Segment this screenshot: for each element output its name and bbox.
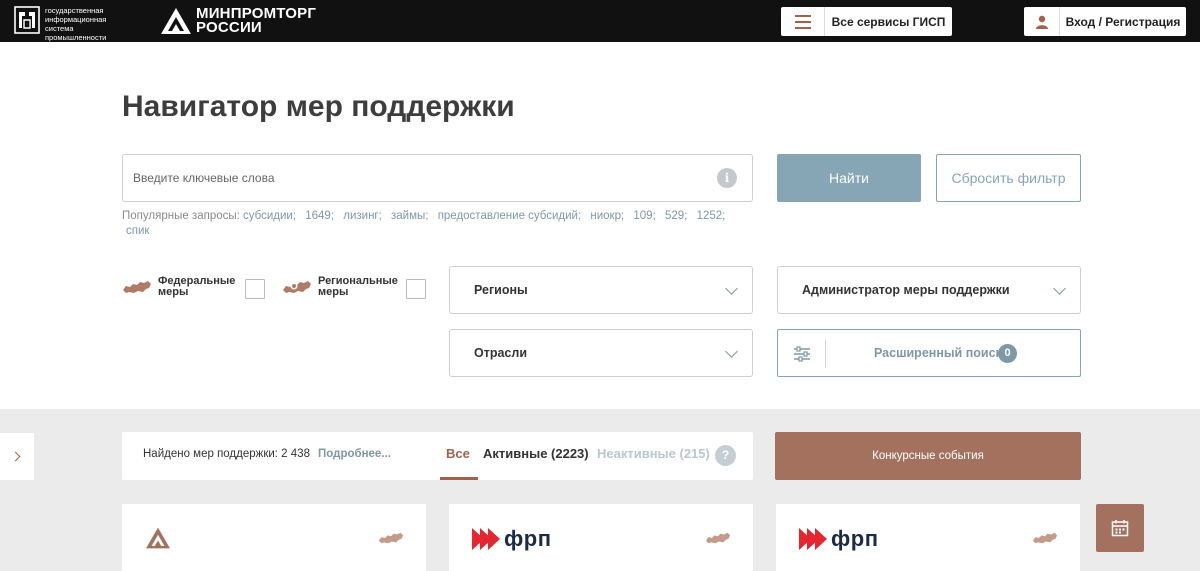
federal-measures-toggle: Федеральные меры [122,276,235,298]
find-button[interactable]: Найти [777,154,921,202]
minpromtorg-logo-icon[interactable] [160,6,192,36]
regions-select[interactable]: Регионы [449,266,753,314]
regional-measures-checkbox[interactable] [406,279,426,299]
popular-query-link[interactable]: 1649; [305,210,334,222]
support-measure-card[interactable]: фрп [776,504,1080,571]
login-label: Вход / Регистрация [1065,14,1181,29]
popular-query-link[interactable]: 1252; [697,210,726,222]
popular-query-link[interactable]: займы; [391,210,428,222]
sidebar-toggle-button[interactable] [0,433,34,480]
advanced-search-count-badge: 0 [998,344,1017,363]
administrator-select[interactable]: Администратор меры поддержки [777,266,1081,314]
frp-logo: фрп [472,526,551,552]
popular-query-link[interactable]: ниокр; [590,210,624,222]
sliders-icon [778,340,826,368]
advanced-search-label: Расширенный поиск [874,346,1002,360]
results-bar: Найдено мер поддержки: 2 438 Подробнее..… [122,432,753,480]
popular-query-link[interactable]: субсидии; [243,210,296,222]
russia-map-pin-icon [283,281,311,293]
frp-logo: фрп [799,526,878,552]
chevron-down-icon [725,345,738,358]
federal-measures-checkbox[interactable] [245,279,265,299]
advanced-search-button[interactable]: Расширенный поиск 0 [777,329,1081,377]
regional-measures-label: Региональные меры [318,275,398,298]
federal-measures-label: Федеральные меры [158,275,236,298]
administrator-label: Администратор меры поддержки [802,283,1010,297]
russia-map-icon [705,532,731,544]
tab-all-indicator [440,477,478,480]
frp-logo-text: фрп [831,526,879,551]
more-details-link[interactable]: Подробнее... [318,448,391,460]
login-button[interactable]: Вход / Регистрация [1024,7,1186,36]
russia-map-icon [378,532,404,544]
industries-select[interactable]: Отрасли [449,329,753,377]
popular-query-link[interactable]: предоставление субсидий; [438,210,582,222]
gisp-text: государственная информационная система п… [45,6,107,42]
menu-icon [781,7,825,36]
popular-query-link[interactable]: лизинг; [343,210,382,222]
found-count: Найдено мер поддержки: 2 438 [143,448,310,460]
help-icon[interactable]: ? [715,445,736,466]
regions-label: Регионы [474,283,528,297]
support-measure-card[interactable] [122,504,426,571]
all-services-label: Все сервисы ГИСП [831,14,946,29]
user-icon [1024,7,1060,36]
page-title: Навигатор мер поддержки [122,90,515,123]
tab-all[interactable]: Все [446,446,470,461]
ministry-name: МИНПРОМТОРГ РОССИИ [196,5,317,36]
russia-map-icon [1032,532,1058,544]
all-services-button[interactable]: Все сервисы ГИСП [781,7,952,36]
chevron-right-icon [10,451,21,462]
frp-arrows-icon [472,528,500,550]
frp-arrows-icon [799,528,827,550]
info-icon[interactable]: i [717,168,737,188]
minpromtorg-logo-icon [146,527,170,549]
search-input[interactable] [133,155,713,201]
header: государственная информационная система п… [0,0,1200,42]
chevron-down-icon [1053,282,1066,295]
popular-label: Популярные запросы: [122,210,240,222]
calendar-button[interactable] [1096,504,1144,552]
russia-map-icon [123,281,151,293]
contest-events-button[interactable]: Конкурсные события [775,432,1081,480]
popular-query-link[interactable]: 529; [665,210,687,222]
industries-label: Отрасли [474,346,528,360]
regional-measures-toggle: Региональные меры [282,276,398,298]
reset-filter-button[interactable]: Сбросить фильтр [936,154,1081,202]
tab-active[interactable]: Активные (2223) [483,446,589,461]
calendar-icon [1111,520,1129,537]
popular-query-link[interactable]: спик [126,225,149,237]
chevron-down-icon [725,282,738,295]
frp-logo-text: фрп [504,526,552,551]
popular-query-link[interactable]: 109; [633,210,655,222]
support-measure-card[interactable]: фрп [449,504,753,571]
popular-queries: Популярные запросы: субсидии; 1649; лизи… [122,209,752,239]
tab-inactive[interactable]: Неактивные (215) [597,446,710,461]
search-box: i [122,154,753,202]
gisp-logo-icon[interactable] [14,6,40,34]
